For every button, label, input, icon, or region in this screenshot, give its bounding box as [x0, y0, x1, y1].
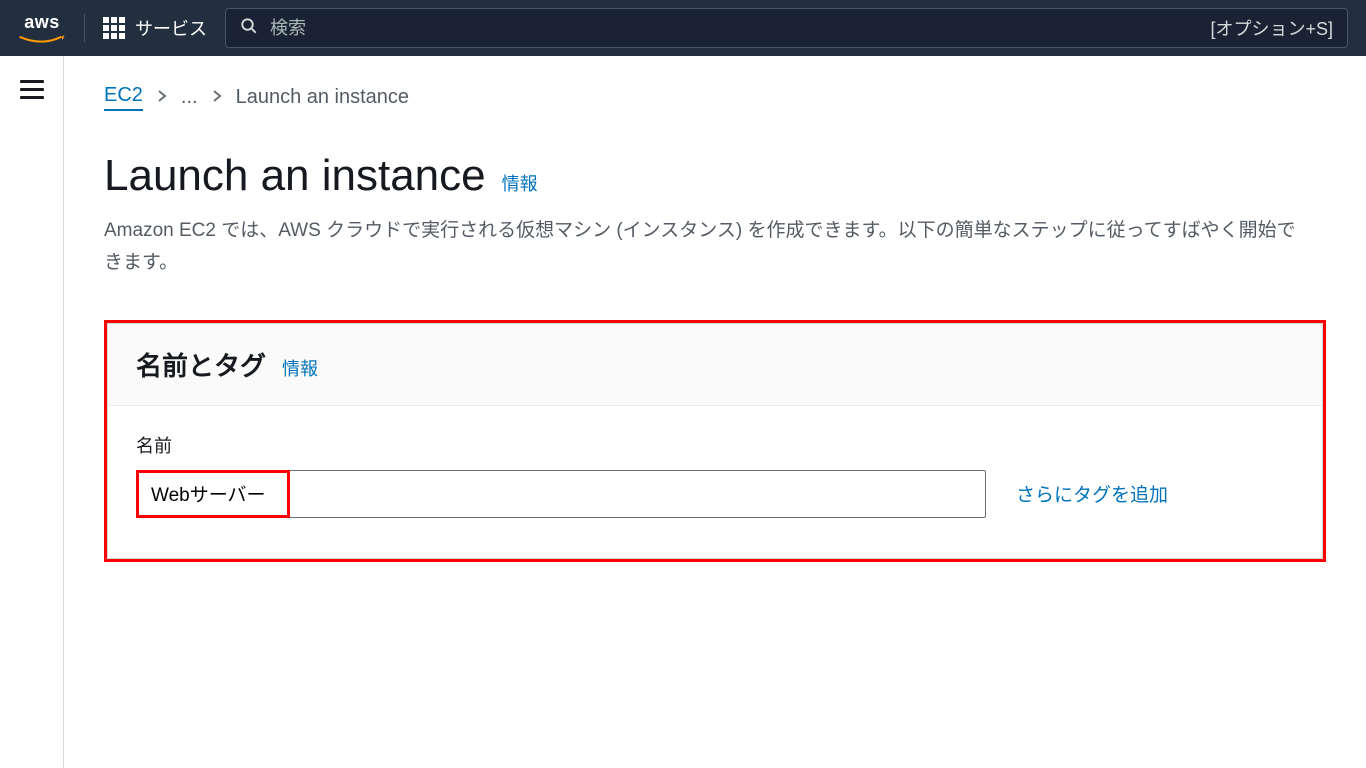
grid-icon — [103, 17, 125, 39]
services-button[interactable]: サービス — [103, 15, 207, 41]
search-bar[interactable]: [オプション+S] — [225, 8, 1348, 48]
info-link[interactable]: 情報 — [502, 170, 538, 196]
panel-highlight-annotation: 名前とタグ 情報 名前 さらにタグを追加 — [104, 320, 1326, 562]
breadcrumb-current: Launch an instance — [236, 86, 409, 109]
name-field-label: 名前 — [136, 432, 1294, 458]
name-field-row: さらにタグを追加 — [136, 470, 1294, 518]
sidebar-collapsed — [0, 56, 64, 768]
hamburger-icon[interactable] — [20, 80, 44, 768]
name-input[interactable] — [136, 470, 986, 518]
search-shortcut: [オプション+S] — [1210, 15, 1333, 41]
page-title: Launch an instance — [104, 151, 486, 201]
search-icon — [240, 17, 258, 40]
breadcrumb-root[interactable]: EC2 — [104, 84, 143, 111]
panel-body: 名前 さらにタグを追加 — [108, 406, 1322, 558]
name-and-tags-panel: 名前とタグ 情報 名前 さらにタグを追加 — [107, 323, 1323, 559]
top-nav: aws サービス [オプション+S] — [0, 0, 1366, 56]
panel-header: 名前とタグ 情報 — [108, 324, 1322, 406]
main-content: EC2 ... Launch an instance Launch an ins… — [64, 56, 1366, 768]
services-label: サービス — [135, 15, 207, 41]
aws-smile-icon — [18, 35, 66, 45]
aws-logo[interactable]: aws — [18, 12, 66, 45]
chevron-right-icon — [157, 87, 167, 108]
add-tags-link[interactable]: さらにタグを追加 — [1016, 480, 1168, 507]
info-link[interactable]: 情報 — [282, 355, 318, 381]
panel-title: 名前とタグ — [136, 346, 266, 383]
breadcrumb: EC2 ... Launch an instance — [104, 84, 1326, 111]
breadcrumb-ellipsis[interactable]: ... — [181, 86, 198, 109]
page-description: Amazon EC2 では、AWS クラウドで実行される仮想マシン (インスタン… — [104, 215, 1304, 280]
search-input[interactable] — [270, 18, 1198, 39]
aws-logo-text: aws — [24, 12, 60, 33]
nav-divider — [84, 14, 85, 42]
name-input-wrap — [136, 470, 986, 518]
page-title-row: Launch an instance 情報 — [104, 151, 1326, 201]
chevron-right-icon — [212, 87, 222, 108]
body-wrap: EC2 ... Launch an instance Launch an ins… — [0, 56, 1366, 768]
